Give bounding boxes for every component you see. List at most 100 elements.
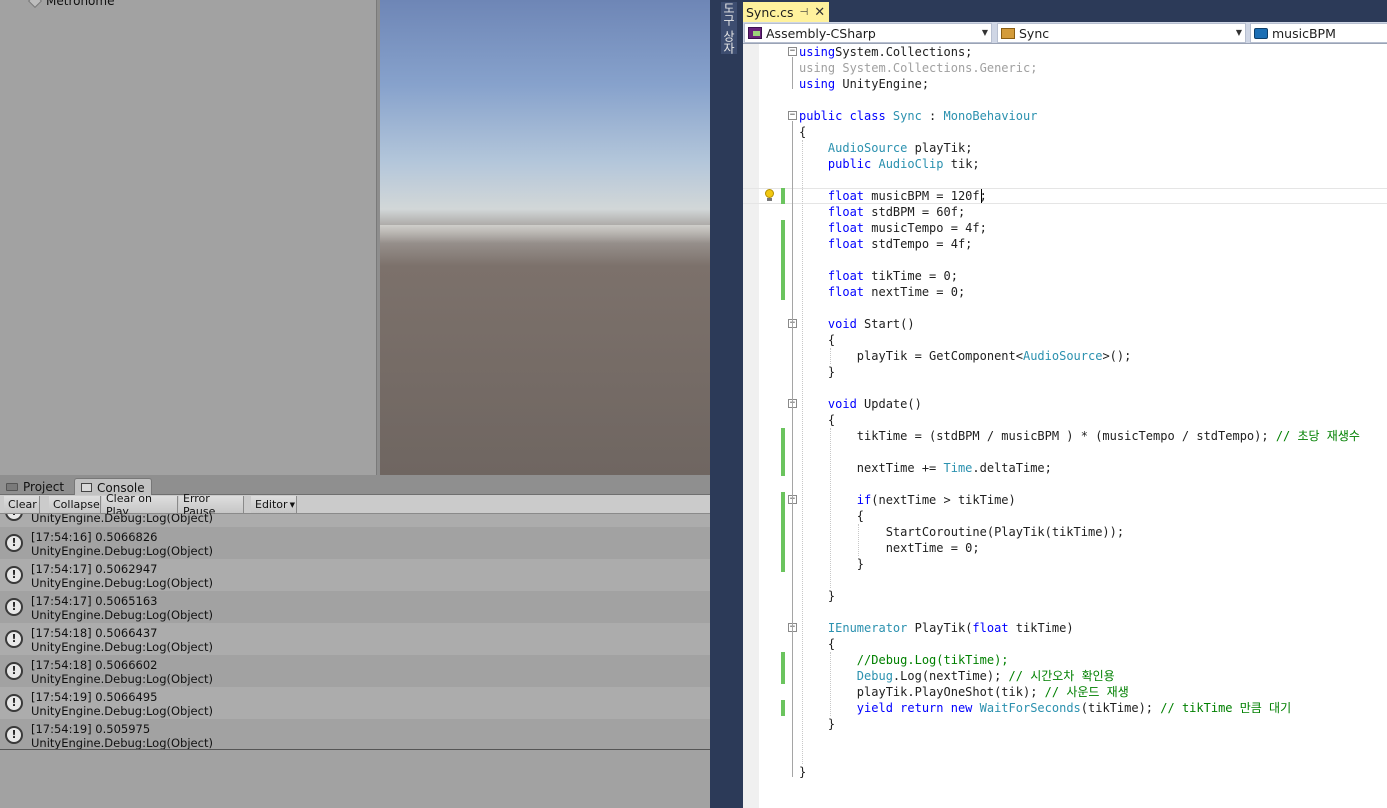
code-editor[interactable]: usingSystem.Collections; using System.Col… bbox=[743, 44, 1387, 808]
code-token: public bbox=[827, 157, 879, 171]
clear-on-play-toggle[interactable]: Clear on Play bbox=[102, 492, 178, 518]
class-dropdown-value: Sync bbox=[1019, 25, 1050, 41]
code-line[interactable]: void Update() bbox=[799, 396, 922, 412]
toolbox-tab[interactable]: 도구 상자 bbox=[721, 2, 737, 54]
clear-button[interactable]: Clear bbox=[4, 496, 40, 513]
code-line[interactable]: } bbox=[799, 588, 835, 604]
code-line[interactable]: float musicBPM = 120f; bbox=[799, 188, 987, 204]
project-dropdown[interactable]: Assembly-CSharp ▼ bbox=[744, 23, 992, 43]
code-line[interactable]: float musicTempo = 4f; bbox=[799, 220, 987, 236]
code-token: UnityEngine; bbox=[835, 77, 930, 91]
error-pause-toggle[interactable]: Error Pause bbox=[179, 492, 244, 518]
code-token: playTik; bbox=[907, 141, 973, 155]
log-row[interactable]: ! [17:54:17] 0.5062947 UnityEngine.Debug:L… bbox=[0, 559, 710, 591]
code-token: { bbox=[799, 413, 836, 427]
code-line[interactable]: public AudioClip tik; bbox=[799, 156, 980, 172]
hierarchy-item[interactable]: Metronome bbox=[27, 0, 114, 9]
code-line[interactable]: StartCoroutine(PlayTik(tikTime)); bbox=[799, 524, 1124, 540]
code-line[interactable]: Debug.Log(nextTime); // 시간오차 확인용 bbox=[799, 668, 1115, 684]
code-line[interactable]: { bbox=[799, 636, 835, 652]
close-icon[interactable]: ✕ bbox=[814, 6, 825, 19]
log-message: [17:54:17] 0.5062947 bbox=[31, 562, 158, 576]
code-line[interactable]: float tikTime = 0; bbox=[799, 268, 958, 284]
code-token: Start() bbox=[856, 317, 915, 331]
tab-sync-cs[interactable]: Sync.cs ⊣ ✕ bbox=[743, 2, 829, 22]
code-token: IEnumerator bbox=[827, 621, 908, 635]
code-token: AudioSource bbox=[1022, 349, 1103, 363]
code-token: .deltaTime; bbox=[972, 461, 1052, 475]
code-line[interactable]: } bbox=[799, 764, 806, 780]
vs-side-strip: 도구 상자 bbox=[710, 0, 743, 808]
code-line[interactable]: } bbox=[799, 716, 835, 732]
code-token: } bbox=[799, 557, 865, 571]
log-row[interactable]: ! [17:54:17] 0.5065163 UnityEngine.Debug:L… bbox=[0, 591, 710, 623]
code-token: } bbox=[799, 717, 836, 731]
log-row[interactable]: ! [17:54:19] 0.5066495 UnityEngine.Debug:L… bbox=[0, 687, 710, 719]
code-token: Time bbox=[943, 461, 973, 475]
code-token: // 시간오차 확인용 bbox=[1008, 669, 1115, 683]
code-line[interactable]: { bbox=[799, 412, 835, 428]
lightbulb-icon[interactable] bbox=[764, 189, 774, 202]
log-row[interactable]: ! [17:54:16] 0.5066826 UnityEngine.Debug:L… bbox=[0, 527, 710, 559]
code-line[interactable]: using UnityEngine; bbox=[799, 76, 929, 92]
info-icon: ! bbox=[5, 514, 23, 521]
code-token: // tikTime 만큼 대기 bbox=[1160, 701, 1292, 715]
log-message: [17:54:17] 0.5065163 bbox=[31, 594, 158, 608]
tab-project[interactable]: Project bbox=[0, 478, 70, 496]
change-bar bbox=[781, 188, 785, 204]
log-stacktrace: UnityEngine.Debug:Log(Object) bbox=[31, 608, 213, 622]
code-token: using bbox=[799, 77, 836, 91]
code-token: Update() bbox=[856, 397, 922, 411]
collapse-toggle[interactable]: Collapse bbox=[49, 496, 101, 513]
collapse-outline-icon[interactable]: − bbox=[788, 47, 797, 56]
code-line[interactable]: IEnumerator PlayTik(float tikTime) bbox=[799, 620, 1074, 636]
code-line[interactable]: AudioSource playTik; bbox=[799, 140, 973, 156]
code-line[interactable]: float stdTempo = 4f; bbox=[799, 236, 973, 252]
code-line[interactable]: float stdBPM = 60f; bbox=[799, 204, 965, 220]
code-line[interactable]: { bbox=[799, 508, 864, 524]
code-line[interactable]: if(nextTime > tikTime) bbox=[799, 492, 1016, 508]
code-line[interactable]: using System.Collections.Generic; bbox=[799, 60, 1037, 76]
member-dropdown-value: musicBPM bbox=[1272, 25, 1336, 41]
class-dropdown[interactable]: Sync ▼ bbox=[997, 23, 1246, 43]
pin-icon[interactable]: ⊣ bbox=[800, 7, 809, 18]
log-message: [17:54:19] 0.5066495 bbox=[31, 690, 158, 704]
code-token: >(); bbox=[1102, 349, 1132, 363]
code-line[interactable]: public class Sync : MonoBehaviour bbox=[799, 108, 1037, 124]
console-log-list[interactable]: ! UnityEngine.Debug:Log(Object)! [17:54:16… bbox=[0, 514, 710, 750]
code-line[interactable]: usingSystem.Collections; bbox=[799, 44, 972, 60]
code-line[interactable]: playTik = GetComponent<AudioSource>(); bbox=[799, 348, 1132, 364]
code-line[interactable]: nextTime = 0; bbox=[799, 540, 980, 556]
file-tab-label: Sync.cs bbox=[746, 4, 794, 20]
log-row-partial[interactable]: ! UnityEngine.Debug:Log(Object) bbox=[0, 514, 710, 527]
code-line[interactable]: tikTime = (stdBPM / musicBPM ) * (musicT… bbox=[799, 428, 1360, 444]
collapse-outline-icon[interactable]: − bbox=[788, 111, 797, 120]
console-panel: Project Console Clear Collapse Clear on … bbox=[0, 475, 710, 808]
code-token: musicBPM = 120f; bbox=[864, 189, 987, 203]
code-token: playTik.PlayOneShot(tik); bbox=[799, 685, 1045, 699]
log-row[interactable]: ! [17:54:18] 0.5066602 UnityEngine.Debug:L… bbox=[0, 655, 710, 687]
code-line[interactable]: { bbox=[799, 332, 835, 348]
editor-dropdown[interactable]: Editor ▼ bbox=[251, 496, 297, 513]
code-token: void bbox=[827, 397, 857, 411]
log-message: [17:54:18] 0.5066602 bbox=[31, 658, 158, 672]
code-line[interactable]: void Start() bbox=[799, 316, 915, 332]
log-message: [17:54:18] 0.5066437 bbox=[31, 626, 158, 640]
code-line[interactable]: playTik.PlayOneShot(tik); // 사운드 재생 bbox=[799, 684, 1129, 700]
code-line[interactable]: } bbox=[799, 364, 835, 380]
code-token: { bbox=[799, 125, 807, 139]
code-token: playTik = GetComponent< bbox=[799, 349, 1023, 363]
log-row[interactable]: ! [17:54:18] 0.5066437 UnityEngine.Debug:L… bbox=[0, 623, 710, 655]
code-line[interactable]: float nextTime = 0; bbox=[799, 284, 965, 300]
code-line[interactable]: yield return new WaitForSeconds(tikTime)… bbox=[799, 700, 1291, 716]
vs-tab-strip: Sync.cs ⊣ ✕ bbox=[743, 0, 1387, 22]
member-dropdown[interactable]: musicBPM bbox=[1250, 23, 1387, 43]
code-line[interactable]: } bbox=[799, 556, 864, 572]
code-line[interactable]: { bbox=[799, 124, 806, 140]
code-line[interactable]: nextTime += Time.deltaTime; bbox=[799, 460, 1052, 476]
log-row[interactable]: ! [17:54:19] 0.505975 UnityEngine.Debug:Lo… bbox=[0, 719, 710, 749]
